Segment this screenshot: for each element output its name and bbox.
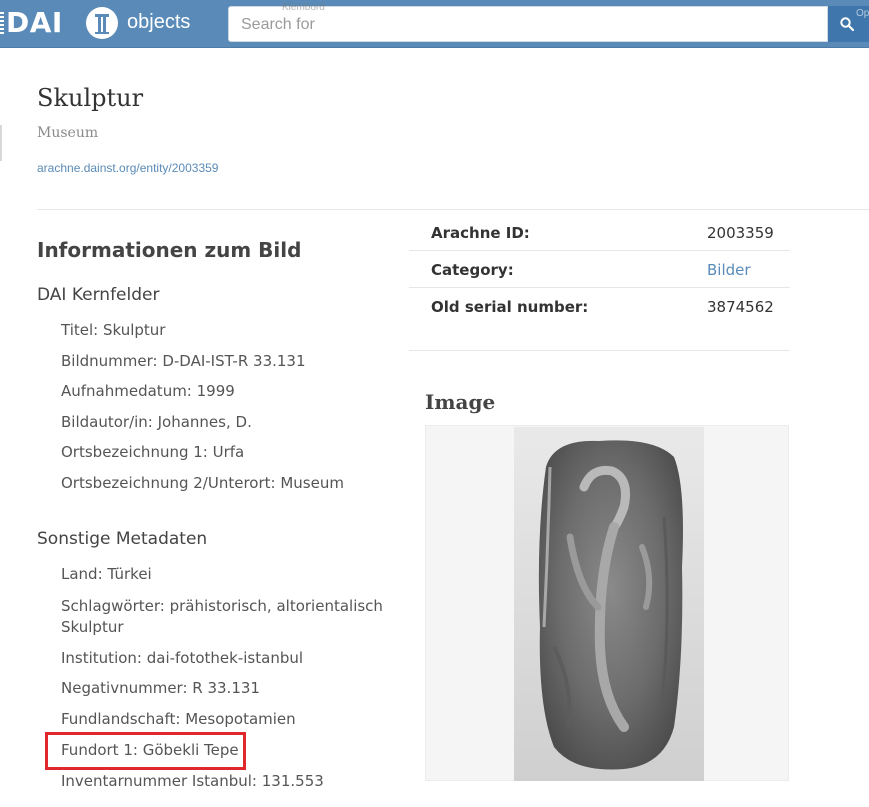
info-label: Arachne ID: [431, 224, 530, 242]
meta-item: Ortsbezeichnung 1: Urfa [61, 443, 245, 461]
page-title: Skulptur [37, 84, 144, 112]
highlight-annotation-box [45, 732, 246, 770]
info-row-arachne-id: Arachne ID: 2003359 [409, 214, 790, 251]
kernfelder-title: DAI Kernfelder [37, 285, 160, 305]
info-value: 2003359 [707, 224, 774, 242]
info-value: 3874562 [707, 298, 774, 316]
meta-item-keywords: Schlagwörter: prähistorisch, altoriental… [61, 597, 383, 636]
objects-brand-text[interactable]: objects [127, 8, 190, 36]
meta-item: Fundlandschaft: Mesopotamien [61, 710, 296, 728]
entity-link[interactable]: arachne.dainst.org/entity/2003359 [37, 161, 218, 175]
info-row-old-serial: Old serial number: 3874562 [409, 288, 790, 325]
meta-item: Ortsbezeichnung 2/Unterort: Museum [61, 474, 344, 492]
info-label: Old serial number: [431, 298, 589, 316]
search-icon [840, 17, 854, 31]
meta-item: Bildnummer: D-DAI-IST-R 33.131 [61, 352, 306, 370]
header-divider [37, 209, 869, 210]
column-logo-icon[interactable] [86, 7, 118, 39]
image-frame [425, 425, 789, 781]
page-subtitle: Museum [37, 125, 99, 141]
meta-item: Negativnummer: R 33.131 [61, 679, 260, 697]
info-table: Arachne ID: 2003359 Category: Bilder Old… [409, 214, 790, 325]
sculpture-photo[interactable] [514, 427, 704, 781]
image-heading: Image [425, 390, 496, 414]
info-row-category: Category: Bilder [409, 251, 790, 288]
dai-logo[interactable]: DAI [0, 6, 63, 40]
page-edge-marker [0, 125, 2, 161]
meta-item: Land: Türkei [61, 565, 152, 583]
info-label: Category: [431, 261, 514, 279]
category-link[interactable]: Bilder [707, 261, 751, 279]
meta-item: Titel: Skulptur [61, 321, 166, 339]
table-divider [409, 350, 790, 351]
meta-item: Inventarnummer Istanbul: 131.553 [61, 772, 324, 790]
search-input[interactable] [228, 6, 828, 42]
menu-ope[interactable]: Ope [856, 8, 869, 19]
sonstige-title: Sonstige Metadaten [37, 529, 208, 549]
grid-mark-icon [0, 12, 4, 34]
meta-item: Bildautor/in: Johannes, D. [61, 413, 252, 431]
meta-item: Aufnahmedatum: 1999 [61, 382, 235, 400]
section-title: Informationen zum Bild [37, 238, 302, 262]
top-navbar: DAI objects Klembord Organiseren Nieuw O… [0, 0, 869, 48]
meta-item: Institution: dai-fotothek-istanbul [61, 649, 304, 667]
dai-logo-text: DAI [6, 6, 63, 39]
